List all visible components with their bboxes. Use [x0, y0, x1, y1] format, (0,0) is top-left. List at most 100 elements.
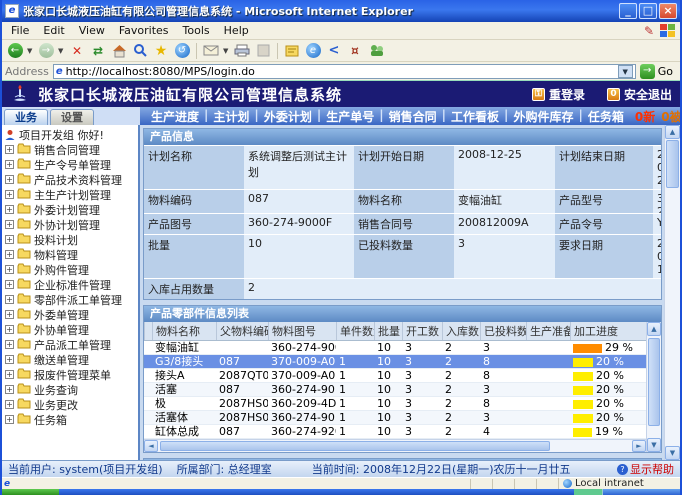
scroll-up-icon[interactable]: ▲ — [665, 125, 680, 139]
stop-button[interactable]: ✕ — [68, 42, 86, 60]
forward-dropdown-icon[interactable]: ▼ — [58, 47, 65, 55]
nav-link[interactable]: 外购件库存 — [508, 108, 578, 125]
search-button[interactable] — [131, 42, 149, 60]
column-header[interactable]: 开工数 — [402, 322, 442, 340]
windows-taskbar[interactable] — [2, 489, 680, 495]
column-header[interactable]: 物料名称 — [152, 322, 216, 340]
expand-icon[interactable]: + — [5, 145, 14, 154]
address-input[interactable]: e http://localhost:8080/MPS/login.do ▼ — [53, 64, 636, 79]
table-row[interactable]: 变幅油缸360-274-9000F1032329 % — [144, 341, 646, 355]
sidebar-item[interactable]: +业务更改 — [4, 397, 138, 412]
sidebar-item[interactable]: +产品技术资料管理 — [4, 172, 138, 187]
expand-icon[interactable]: + — [5, 295, 14, 304]
sidebar-item[interactable]: +外委单管理 — [4, 307, 138, 322]
column-header[interactable]: 入库数 — [442, 322, 480, 340]
page-vertical-scrollbar[interactable]: ▲ ▼ — [664, 125, 680, 460]
expand-icon[interactable]: + — [5, 415, 14, 424]
table-row[interactable]: G3/8接头087370-009-A084011032820 % — [144, 355, 646, 369]
address-dropdown-icon[interactable]: ▼ — [618, 65, 633, 78]
show-help-link[interactable]: ? 显示帮助 — [617, 461, 674, 477]
back-dropdown-icon[interactable]: ▼ — [27, 47, 34, 55]
menu-item[interactable]: Favorites — [112, 24, 176, 37]
expand-icon[interactable]: + — [5, 400, 14, 409]
sidebar-item[interactable]: +任务箱 — [4, 412, 138, 427]
history-button[interactable]: ↺ — [173, 42, 191, 60]
taskbar-tasks[interactable] — [59, 489, 574, 495]
sidebar-item[interactable]: +产品派工单管理 — [4, 337, 138, 352]
logout-button[interactable]: 0 安全退出 — [607, 86, 672, 103]
column-header[interactable]: 单件数量 — [336, 322, 374, 340]
favorites-button[interactable]: ★ — [152, 42, 170, 60]
column-header[interactable]: 加工进度 — [570, 322, 646, 340]
table-row[interactable]: 接头A2087QT002370-009-A085011032820 % — [144, 369, 646, 383]
mail-dropdown-icon[interactable]: ▼ — [223, 47, 230, 55]
nav-link[interactable]: 外委计划 — [259, 108, 317, 125]
sidebar-item[interactable]: +报废件管理菜单 — [4, 367, 138, 382]
sidebar-item[interactable]: +外协单管理 — [4, 322, 138, 337]
tree-root-user[interactable]: 项目开发组 你好! — [4, 127, 138, 142]
column-header[interactable]: 批量 — [374, 322, 402, 340]
expand-icon[interactable]: + — [5, 190, 14, 199]
angle-tool-icon[interactable]: < — [325, 42, 343, 60]
menu-item[interactable]: File — [4, 24, 36, 37]
expand-icon[interactable]: + — [5, 385, 14, 394]
sidebar-item[interactable]: +企业标准件管理 — [4, 277, 138, 292]
back-button[interactable]: ← — [6, 42, 24, 60]
parts-vertical-scrollbar[interactable]: ▲ ▼ — [646, 322, 661, 452]
expand-icon[interactable]: + — [5, 340, 14, 349]
discuss-button[interactable] — [283, 42, 301, 60]
expand-icon[interactable]: + — [5, 160, 14, 169]
expand-icon[interactable]: + — [5, 175, 14, 184]
column-header[interactable]: 生产准备 — [526, 322, 570, 340]
sidebar-item[interactable]: +销售合同管理 — [4, 142, 138, 157]
go-button[interactable]: → Go — [640, 64, 677, 79]
sidebar-item[interactable]: +主生产计划管理 — [4, 187, 138, 202]
nav-link[interactable]: 任务箱 — [583, 108, 629, 125]
menu-item[interactable]: Help — [217, 24, 256, 37]
taskbar-task[interactable] — [574, 489, 602, 495]
expand-icon[interactable]: + — [5, 280, 14, 289]
sidebar-item[interactable]: +物料管理 — [4, 247, 138, 262]
browser-globe-icon[interactable]: e — [304, 42, 322, 60]
tab-business[interactable]: 业务 — [4, 109, 48, 125]
column-header[interactable]: 物料图号 — [268, 322, 336, 340]
scroll-down-icon[interactable]: ▼ — [665, 446, 680, 460]
sidebar-item[interactable]: +外协计划管理 — [4, 217, 138, 232]
nav-link[interactable]: 主计划 — [208, 108, 254, 125]
home-button[interactable] — [110, 42, 128, 60]
print-button[interactable] — [233, 42, 251, 60]
nav-link[interactable]: 工作看板 — [446, 108, 504, 125]
close-button[interactable]: × — [659, 3, 677, 19]
expand-icon[interactable]: + — [5, 265, 14, 274]
expand-icon[interactable]: + — [5, 205, 14, 214]
expand-icon[interactable]: + — [5, 220, 14, 229]
column-header[interactable]: 已投料数 — [480, 322, 526, 340]
table-row[interactable]: 活塞087360-274-9010F11032320 % — [144, 383, 646, 397]
table-row[interactable]: 活塞体2087HS002360-274-9011W11032320 % — [144, 411, 646, 425]
expand-icon[interactable]: + — [5, 310, 14, 319]
scroll-up-icon[interactable]: ▲ — [647, 322, 661, 336]
sidebar-item[interactable]: +外委计划管理 — [4, 202, 138, 217]
sidebar-item[interactable]: +缴送单管理 — [4, 352, 138, 367]
forward-button[interactable]: → — [37, 42, 55, 60]
nav-link[interactable]: 销售合同 — [384, 108, 442, 125]
minimize-button[interactable]: _ — [619, 3, 637, 19]
edit-button[interactable] — [254, 42, 272, 60]
scroll-right-icon[interactable]: ► — [632, 440, 646, 452]
parts-horizontal-scrollbar[interactable]: ◄ ► — [144, 439, 646, 452]
sidebar-item[interactable]: +生产令号单管理 — [4, 157, 138, 172]
sidebar-item[interactable]: +外购件管理 — [4, 262, 138, 277]
column-header[interactable]: 父物料编码 — [216, 322, 268, 340]
refresh-button[interactable]: ⇄ — [89, 42, 107, 60]
start-button[interactable] — [2, 489, 59, 495]
sidebar-item[interactable]: +投料计划 — [4, 232, 138, 247]
menu-item[interactable]: Edit — [36, 24, 71, 37]
mail-button[interactable] — [202, 42, 220, 60]
expand-icon[interactable]: + — [5, 370, 14, 379]
maximize-button[interactable]: □ — [639, 3, 657, 19]
sidebar-item[interactable]: +零部件派工单管理 — [4, 292, 138, 307]
tab-settings[interactable]: 设置 — [50, 109, 94, 125]
table-row[interactable]: 极2087HS002360-209-4D01011032820 % — [144, 397, 646, 411]
menu-item[interactable]: View — [72, 24, 112, 37]
research-tool-icon[interactable]: ¤ — [346, 42, 364, 60]
